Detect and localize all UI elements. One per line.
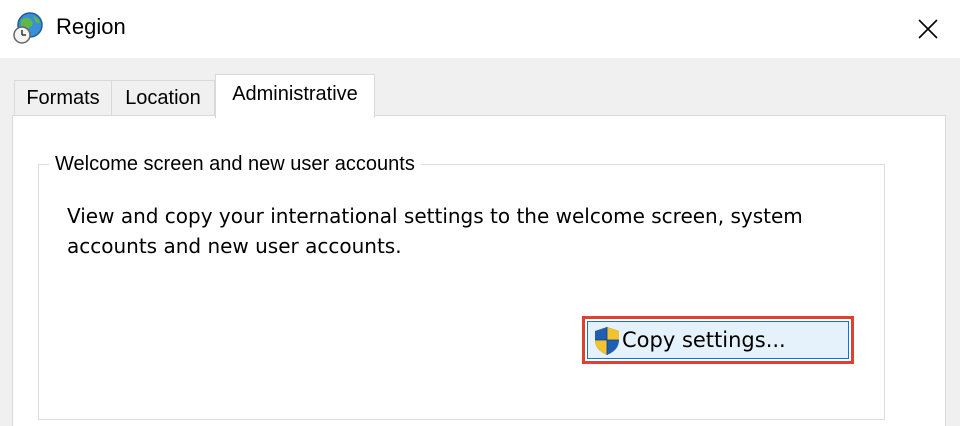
uac-shield-icon xyxy=(595,327,619,355)
copy-settings-label: Copy settings... xyxy=(622,328,786,352)
tab-formats[interactable]: Formats xyxy=(14,80,112,116)
tab-panel-administrative: Welcome screen and new user accounts Vie… xyxy=(12,115,946,426)
highlight-outline: Copy settings... xyxy=(582,316,854,364)
copy-settings-button[interactable]: Copy settings... xyxy=(587,321,849,359)
close-button[interactable] xyxy=(896,0,960,58)
welcome-screen-groupbox: Welcome screen and new user accounts Vie… xyxy=(38,152,885,420)
globe-clock-icon xyxy=(13,12,43,44)
groupbox-title: Welcome screen and new user accounts xyxy=(49,152,421,176)
window-title: Region xyxy=(56,14,126,39)
close-icon xyxy=(918,19,938,39)
region-dialog: Region Formats Location Administrative W… xyxy=(0,0,960,426)
title-bar: Region xyxy=(0,0,960,58)
tab-location[interactable]: Location xyxy=(111,80,215,116)
tab-administrative[interactable]: Administrative xyxy=(215,74,375,118)
group-description: View and copy your international setting… xyxy=(67,204,803,258)
tab-strip: Formats Location Administrative xyxy=(0,58,960,118)
